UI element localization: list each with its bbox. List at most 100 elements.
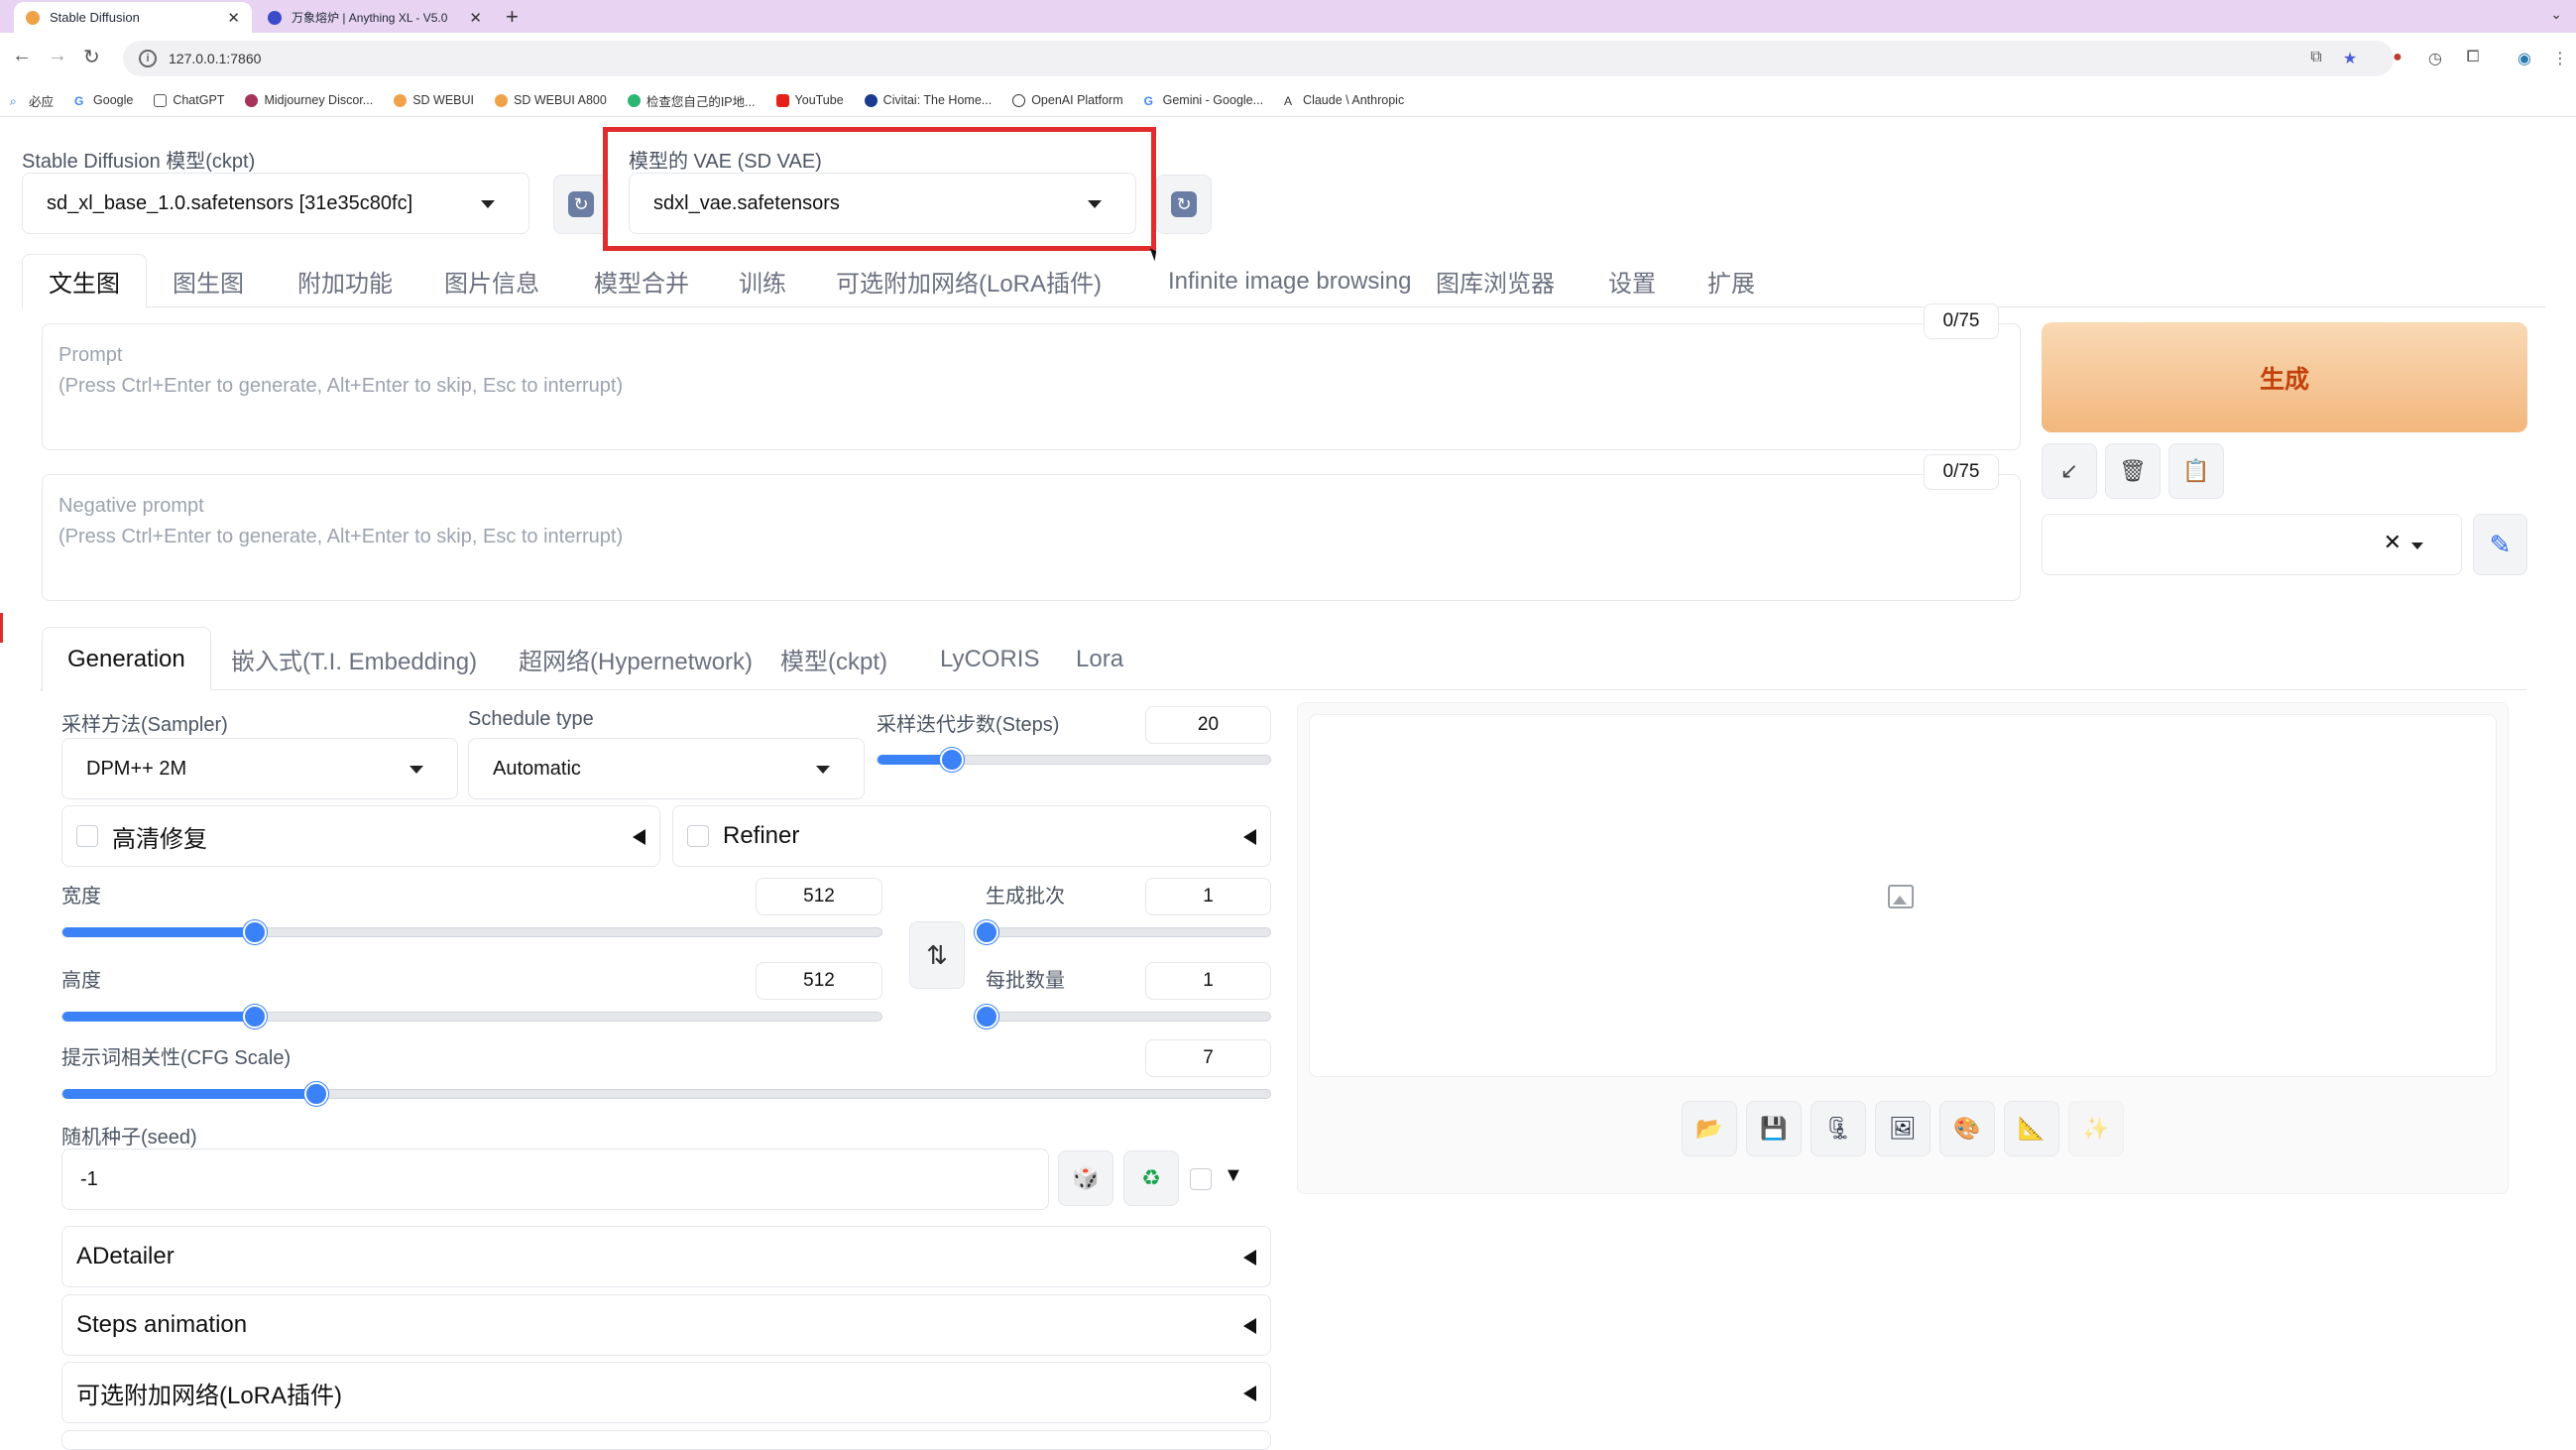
batch-count-input[interactable]: 1 (1145, 878, 1271, 915)
site-info-icon[interactable]: i (139, 50, 157, 67)
slider-thumb[interactable] (975, 920, 998, 944)
hires-fix-accordion[interactable]: 高清修复 (61, 805, 660, 867)
negative-prompt-textarea[interactable]: Negative prompt (Press Ctrl+Enter to gen… (42, 474, 2021, 601)
bookmark-claude[interactable]: A Claude \ Anthropic (1284, 93, 1404, 108)
bookmark-google[interactable]: G Google (74, 93, 133, 108)
bookmark-youtube[interactable]: YouTube (775, 93, 844, 107)
tab-train[interactable]: 训练 (713, 254, 812, 308)
new-tab-icon[interactable]: + (506, 4, 519, 30)
cfg-scale-slider[interactable] (61, 1082, 1271, 1106)
refresh-vae-button[interactable]: ↻ (1156, 175, 1212, 234)
steps-animation-accordion[interactable]: Steps animation (61, 1294, 1271, 1356)
bookmark-sd-webui-a800[interactable]: SD WEBUI A800 (495, 93, 607, 107)
tab-lora[interactable]: Lora (1051, 627, 1148, 691)
bookmark-midjourney[interactable]: Midjourney Discor... (245, 93, 373, 107)
clear-prompt-button[interactable]: 🗑 (2105, 443, 2161, 499)
send-to-prompt-button[interactable]: ↙ (2042, 443, 2097, 499)
translate-icon[interactable]: ⧉ (2306, 49, 2326, 68)
tab-generation[interactable]: Generation (42, 627, 211, 691)
tab-png-info[interactable]: 图片信息 (418, 254, 565, 308)
bookmark-chatgpt[interactable]: ChatGPT (154, 93, 224, 107)
extension-record-icon[interactable]: ● (2388, 49, 2407, 68)
paste-style-button[interactable]: 📋 (2168, 443, 2224, 499)
height-input[interactable]: 512 (756, 962, 882, 1000)
steps-slider[interactable] (877, 748, 1271, 772)
schedule-type-dropdown[interactable]: Automatic (468, 738, 865, 799)
bookmark-civitai[interactable]: Civitai: The Home... (864, 93, 992, 107)
cfg-scale-input[interactable]: 7 (1145, 1039, 1271, 1077)
bookmark-gemini[interactable]: G Gemini - Google... (1144, 93, 1263, 108)
refiner-accordion[interactable]: Refiner (672, 805, 1271, 867)
tab-textual-inversion[interactable]: 嵌入式(T.I. Embedding) (206, 627, 502, 691)
slider-thumb[interactable] (243, 1005, 267, 1028)
bookmark-ip-check[interactable]: 检查您自己的IP地... (627, 91, 756, 110)
bookmark-sd-webui[interactable]: SD WEBUI (394, 93, 474, 107)
upscale-button[interactable]: ✨ (2068, 1101, 2124, 1156)
open-folder-button[interactable]: 📂 (1682, 1101, 1737, 1156)
tab-extensions[interactable]: 扩展 (1682, 254, 1781, 308)
send-to-extras-button[interactable]: 📐 (2004, 1101, 2059, 1156)
slider-thumb[interactable] (243, 920, 267, 944)
save-button[interactable]: 💾 (1746, 1101, 1802, 1156)
back-icon[interactable]: ← (12, 45, 32, 67)
send-to-img2img-button[interactable]: 🖼 (1875, 1101, 1931, 1156)
tab-img2img[interactable]: 图生图 (147, 254, 270, 308)
zip-button[interactable]: 🗜 (1811, 1101, 1866, 1156)
bookmark-star-icon[interactable]: ★ (2340, 49, 2360, 68)
batch-size-input[interactable]: 1 (1145, 962, 1271, 1000)
seed-input[interactable]: -1 (61, 1148, 1049, 1210)
refiner-checkbox[interactable] (687, 825, 709, 847)
close-tab-icon[interactable]: ✕ (227, 9, 240, 27)
sampler-dropdown[interactable]: DPM++ 2M (61, 738, 458, 799)
extra-seed-checkbox[interactable] (1190, 1168, 1212, 1190)
width-input[interactable]: 512 (756, 878, 882, 915)
prompt-textarea[interactable]: Prompt (Press Ctrl+Enter to generate, Al… (42, 323, 2021, 450)
close-tab-icon[interactable]: ✕ (469, 9, 482, 27)
slider-thumb[interactable] (304, 1082, 328, 1106)
extra-seed-toggle[interactable]: ▼ (1224, 1164, 1243, 1187)
tab-infinite-image-browsing[interactable]: Infinite image browsing (1142, 254, 1437, 308)
tab-lycoris[interactable]: LyCORIS (915, 627, 1064, 691)
styles-dropdown[interactable]: ✕ (2042, 514, 2462, 575)
url-bar[interactable]: i 127.0.0.1:7860 (123, 41, 2394, 76)
forward-icon[interactable]: → (48, 45, 67, 67)
send-to-inpaint-button[interactable]: 🎨 (1939, 1101, 1995, 1156)
batch-count-slider[interactable] (975, 920, 1271, 944)
tab-additional-networks[interactable]: 可选附加网络(LoRA插件) (810, 254, 1127, 308)
refresh-ckpt-button[interactable]: ↻ (553, 175, 609, 234)
adetailer-accordion[interactable]: ADetailer (61, 1226, 1271, 1287)
random-seed-button[interactable]: 🎲 (1058, 1150, 1113, 1206)
tab-checkpoints[interactable]: 模型(ckpt) (756, 627, 912, 691)
tab-txt2img[interactable]: 文生图 (22, 254, 147, 308)
tab-image-browser[interactable]: 图库浏览器 (1410, 254, 1581, 308)
profile-avatar-icon[interactable]: ◉ (2515, 49, 2534, 68)
slider-thumb[interactable] (975, 1005, 998, 1028)
slider-thumb[interactable] (940, 748, 964, 772)
clear-icon[interactable]: ✕ (2384, 530, 2401, 555)
next-accordion-partial[interactable] (61, 1430, 1271, 1450)
tab-extras[interactable]: 附加功能 (272, 254, 418, 308)
steps-input[interactable]: 20 (1145, 706, 1271, 744)
height-slider[interactable] (61, 1005, 882, 1028)
edit-styles-button[interactable]: ✎ (2473, 514, 2527, 575)
lora-plugin-accordion[interactable]: 可选附加网络(LoRA插件) (61, 1362, 1271, 1423)
browser-tab-stable-diffusion[interactable]: Stable Diffusion ✕ (14, 2, 252, 33)
tab-hypernetwork[interactable]: 超网络(Hypernetwork) (494, 627, 777, 691)
bookmark-openai[interactable]: OpenAI Platform (1012, 93, 1123, 107)
tab-settings[interactable]: 设置 (1582, 254, 1682, 308)
width-slider[interactable] (61, 920, 882, 944)
extensions-icon[interactable]: ⧠ (2463, 49, 2483, 68)
bookmark-bing[interactable]: ⌕ 必应 (10, 91, 54, 110)
reload-icon[interactable]: ↻ (83, 45, 100, 69)
tab-search-chevron-icon[interactable]: ⌄ (2550, 6, 2562, 23)
history-icon[interactable]: ◷ (2425, 49, 2445, 68)
browser-tab-anything-xl[interactable]: 万象熔炉 | Anything XL - V5.0 ✕ (256, 2, 494, 33)
reuse-seed-button[interactable]: ♻ (1123, 1150, 1179, 1206)
browser-menu-icon[interactable]: ⋮ (2550, 49, 2570, 68)
ckpt-dropdown[interactable]: sd_xl_base_1.0.safetensors [31e35c80fc] (22, 173, 529, 234)
tab-checkpoint-merger[interactable]: 模型合并 (568, 254, 715, 308)
swap-dimensions-button[interactable]: ⇅ (909, 921, 965, 989)
generate-button[interactable]: 生成 (2042, 322, 2527, 432)
hires-fix-checkbox[interactable] (76, 825, 98, 847)
batch-size-slider[interactable] (975, 1005, 1271, 1028)
